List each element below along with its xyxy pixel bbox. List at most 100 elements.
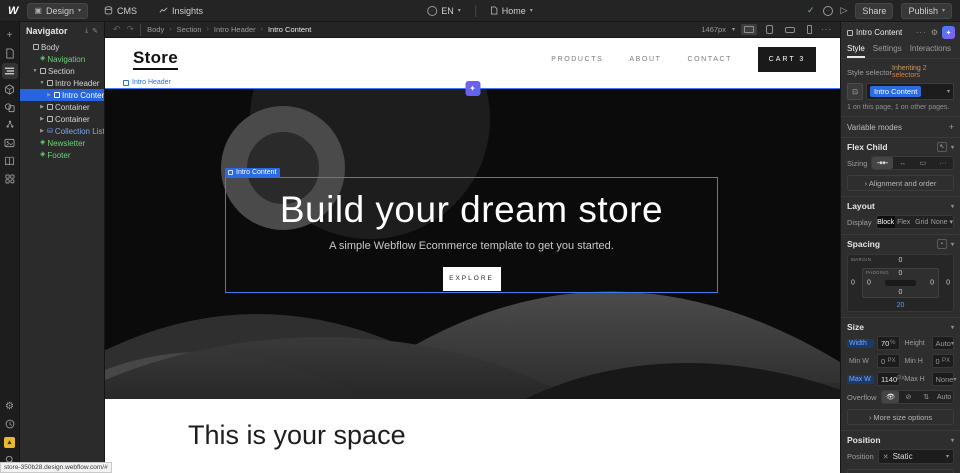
- tree-item-section[interactable]: ▼Section: [20, 65, 104, 77]
- tab-settings[interactable]: Settings: [873, 42, 902, 58]
- site-logo[interactable]: Store: [133, 48, 178, 70]
- ai-assistant-button[interactable]: ✦: [942, 26, 955, 39]
- chevron-down-icon[interactable]: ▾: [951, 437, 954, 444]
- padding-left-value[interactable]: 0: [867, 280, 871, 287]
- libraries-icon[interactable]: [2, 153, 18, 169]
- tree-item-collection-list[interactable]: ▶⛁Collection List Wra...: [20, 125, 104, 137]
- intro-header-element-label[interactable]: Intro Header: [123, 79, 171, 86]
- add-elements-icon[interactable]: +: [2, 27, 18, 43]
- sizing-grow-icon[interactable]: ↔: [893, 157, 913, 169]
- cart-button[interactable]: CART 3: [758, 47, 816, 72]
- more-breakpoints-icon[interactable]: ···: [821, 25, 832, 34]
- position-dropdown[interactable]: ✕ Static ▾: [878, 449, 954, 464]
- float-clear-button[interactable]: › Float and clear: [847, 469, 954, 473]
- next-section-title[interactable]: This is your space: [188, 420, 840, 451]
- preview-icon[interactable]: ▷: [841, 5, 848, 16]
- navigator-icon[interactable]: [2, 63, 18, 79]
- components-icon[interactable]: [2, 81, 18, 97]
- tree-item-body[interactable]: Body: [20, 41, 104, 53]
- undo-icon[interactable]: ↶: [113, 24, 121, 35]
- tree-item-newsletter[interactable]: ◈Newsletter: [20, 137, 104, 149]
- collapse-all-icon[interactable]: ⤓: [85, 27, 88, 35]
- margin-right-value[interactable]: 0: [946, 280, 950, 287]
- sizing-more-icon[interactable]: ···: [933, 157, 953, 169]
- redo-icon[interactable]: ↷: [127, 24, 135, 35]
- min-height-input[interactable]: 0PX: [932, 354, 955, 368]
- nav-link-about[interactable]: ABOUT: [629, 56, 661, 63]
- chevron-right-icon[interactable]: ▶: [39, 104, 45, 110]
- tree-item-navigation[interactable]: ◈Navigation: [20, 53, 104, 65]
- audit-icon[interactable]: [2, 416, 18, 432]
- tab-interactions[interactable]: Interactions: [910, 42, 951, 58]
- apps-icon[interactable]: [2, 171, 18, 187]
- variables-icon[interactable]: [2, 99, 18, 115]
- sizing-shrink-icon[interactable]: ⇥⇤: [872, 157, 892, 169]
- breakpoint-landscape-icon[interactable]: [782, 25, 798, 35]
- tree-item-intro-header[interactable]: ▼Intro Header: [20, 77, 104, 89]
- chevron-down-icon[interactable]: ▼: [39, 80, 45, 86]
- page-switcher[interactable]: Home ▾: [484, 4, 539, 18]
- intro-content-selection-badge[interactable]: Intro Content: [225, 168, 280, 178]
- assets-icon[interactable]: [2, 135, 18, 151]
- chevron-down-icon[interactable]: ▼: [32, 68, 38, 74]
- tree-item-footer[interactable]: ◈Footer: [20, 149, 104, 161]
- webflow-logo[interactable]: W: [8, 5, 17, 17]
- sizing-fixed-icon[interactable]: ▭: [913, 157, 933, 169]
- notifications-warning-icon[interactable]: ▴: [2, 434, 18, 450]
- publish-button[interactable]: Publish ▾: [901, 3, 952, 19]
- hero-subtitle[interactable]: A simple Webflow Ecommerce template to g…: [329, 240, 614, 252]
- spacing-link-icon[interactable]: ▪: [937, 239, 947, 249]
- chevron-right-icon[interactable]: ▶: [39, 116, 45, 122]
- more-size-options-button[interactable]: › More size options: [847, 409, 954, 425]
- padding-bottom-value[interactable]: 0: [899, 289, 903, 296]
- max-width-input[interactable]: 1140PX: [877, 372, 900, 386]
- overflow-auto-option[interactable]: Auto: [935, 391, 953, 403]
- margin-left-value[interactable]: 0: [851, 280, 855, 287]
- display-none-option[interactable]: None ▾: [931, 216, 953, 228]
- class-pill[interactable]: Intro Content: [870, 86, 921, 97]
- insights-button[interactable]: Insights: [153, 4, 209, 18]
- padding-right-value[interactable]: 0: [930, 280, 934, 287]
- cms-button[interactable]: CMS: [98, 4, 143, 18]
- chevron-right-icon[interactable]: ▶: [39, 128, 45, 134]
- style-selector-input[interactable]: Intro Content ▾: [866, 83, 954, 100]
- chevron-down-icon[interactable]: ▾: [951, 203, 954, 210]
- pages-icon[interactable]: [2, 45, 18, 61]
- pin-panel-icon[interactable]: ✎: [92, 27, 98, 35]
- intro-content-selection[interactable]: Intro Content Build your dream store A s…: [225, 177, 718, 293]
- display-flex-option[interactable]: Flex: [895, 216, 913, 228]
- add-variable-mode-icon[interactable]: +: [949, 122, 954, 132]
- next-section[interactable]: This is your space: [105, 398, 840, 473]
- chevron-down-icon[interactable]: ▾: [951, 241, 954, 248]
- tab-style[interactable]: Style: [847, 42, 865, 58]
- canvas-width-value[interactable]: 1467px: [701, 25, 726, 34]
- selector-state-button[interactable]: ⊡: [847, 83, 863, 100]
- overflow-scroll-icon[interactable]: ⇅: [917, 391, 935, 403]
- inheriting-indicator[interactable]: Inheriting 2 selectors: [892, 65, 954, 79]
- nav-link-products[interactable]: PRODUCTS: [551, 56, 603, 63]
- comments-icon[interactable]: ··: [823, 6, 833, 16]
- height-input[interactable]: Auto▾: [932, 336, 955, 350]
- hero-title[interactable]: Build your dream store: [280, 190, 663, 231]
- chevron-down-icon[interactable]: ▾: [951, 144, 954, 151]
- breakpoint-tablet-icon[interactable]: [763, 23, 776, 36]
- nav-link-contact[interactable]: CONTACT: [687, 56, 732, 63]
- breadcrumb-intro-header[interactable]: Intro Header: [214, 25, 256, 34]
- design-mode-button[interactable]: ▣ Design ▾: [27, 3, 88, 19]
- chevron-down-icon[interactable]: ▾: [951, 324, 954, 331]
- explore-button[interactable]: EXPLORE: [443, 267, 501, 291]
- hero-section[interactable]: ✦ Intro Content Build your dream store A…: [105, 88, 840, 398]
- settings-icon[interactable]: ⚙: [2, 398, 18, 414]
- padding-top-value[interactable]: 0: [899, 270, 903, 277]
- margin-top-value[interactable]: 0: [899, 257, 903, 264]
- locale-switcher[interactable]: ◦ EN ▾: [421, 4, 467, 18]
- breakpoint-mobile-icon[interactable]: [804, 23, 815, 36]
- max-height-input[interactable]: None▾: [932, 372, 955, 386]
- overflow-hidden-eye-off-icon[interactable]: ⊘: [899, 391, 917, 403]
- margin-bottom-value[interactable]: 20: [897, 302, 905, 309]
- section-add-handle[interactable]: ✦: [465, 81, 480, 96]
- tree-item-container-2[interactable]: ▶Container: [20, 113, 104, 125]
- share-button[interactable]: Share: [855, 3, 893, 19]
- breadcrumb-body[interactable]: Body: [147, 25, 164, 34]
- tree-item-container-1[interactable]: ▶Container: [20, 101, 104, 113]
